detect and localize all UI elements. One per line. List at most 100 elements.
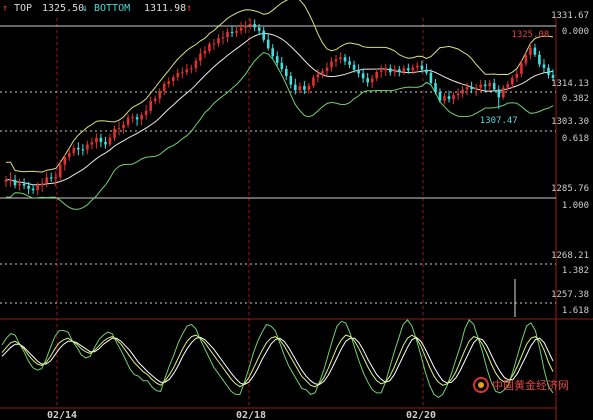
candle-body [86,144,89,150]
candle-body [194,60,198,69]
candle-body [366,78,369,83]
candle-body [95,137,98,143]
candle-body [429,72,433,84]
candle-body [321,71,324,75]
candle-body [126,117,130,125]
candle-body [551,74,555,78]
price-tick-label: 1257.38 [551,290,589,300]
candle-body [375,71,378,79]
candle-body [22,183,26,186]
candle-body [72,147,76,154]
candle-body [190,68,193,70]
price-tick-label: 1314.13 [551,79,589,89]
candle-body [379,70,383,72]
candle-body [547,67,550,75]
candle-body [452,95,455,100]
high-annotation: 1325.08 [511,30,549,40]
candle-body [199,53,202,61]
candle-body [407,68,410,71]
candle-body [370,78,374,83]
candle-body [334,59,338,62]
candle-body [257,27,261,31]
candle-body [239,27,243,31]
candle-body [524,55,528,64]
fib-level-label: 0.382 [562,94,589,104]
candle-body [49,177,53,179]
candle-body [438,92,442,101]
candle-body [221,37,225,39]
candle-body [9,179,12,181]
candle-body [36,185,39,191]
chart-window: ↑ TOP 1325.50 ↓ BOTTOM 1311.98 ↑ 1331.67… [0,0,593,420]
candle-body [361,73,365,79]
candle-body [343,57,347,62]
candle-body [420,65,424,70]
candle-body [443,96,446,101]
candle-body [389,68,392,73]
candle-body [203,50,207,54]
candle-body [45,177,48,184]
price-tick-label: 1303.30 [551,117,589,127]
candle-body [456,93,460,96]
candle-body [416,65,419,68]
date-tick-label: 02/18 [236,410,266,420]
candle-body [538,54,541,65]
candle-body [303,86,306,90]
candle-body [262,30,265,40]
candle-body [212,43,216,45]
candle-body [4,179,8,182]
candle-body [54,177,57,179]
candle-body [40,183,44,186]
candle-body [31,188,35,191]
candle-body [13,179,17,186]
candle-body [298,86,302,91]
candle-body [18,183,21,186]
candle-body [266,39,270,49]
candle-body [140,114,143,120]
candle-body [506,84,510,88]
candle-body [248,24,252,26]
candle-body [280,62,284,69]
candle-body [63,157,67,165]
candle-body [357,69,360,74]
candle-body [411,67,415,71]
date-tick-label: 02/20 [406,410,436,420]
fib-level-label: 0.618 [562,134,589,144]
candle-body [99,137,103,142]
candle-body [330,61,333,68]
candle-body [153,98,157,102]
plot-area [0,18,556,420]
candle-body [122,124,125,129]
watermark-logo: 中国黄金经济网 [472,376,590,394]
candle-body [185,69,189,73]
candle-body [393,69,397,73]
candle-body [167,81,170,84]
candle-body [339,57,342,60]
candle-body [497,89,501,98]
candle-body [149,101,152,111]
candle-body [235,30,238,33]
candle-body [158,91,161,99]
candle-body [483,84,487,87]
candle-body [348,61,351,65]
candle-body [402,68,406,72]
candle-body [131,117,134,119]
candle-body [325,67,329,72]
candle-body [162,83,166,91]
watermark-text: 中国黄金经济网 [492,379,569,392]
candle-body [529,47,532,56]
candle-body [533,47,537,55]
candle-body [352,64,356,70]
candle-body [135,117,139,120]
price-tick-label: 1268.21 [551,251,589,261]
candle-body [470,86,473,90]
candle-body [294,84,297,91]
candle-body [176,73,180,78]
candle-body [488,83,491,87]
date-tick-label: 02/14 [47,410,77,420]
candle-body [113,128,116,138]
candle-body [425,69,428,73]
candle-body [181,72,184,74]
candle-body [479,84,482,88]
fib-level-label: 0.000 [562,27,589,37]
